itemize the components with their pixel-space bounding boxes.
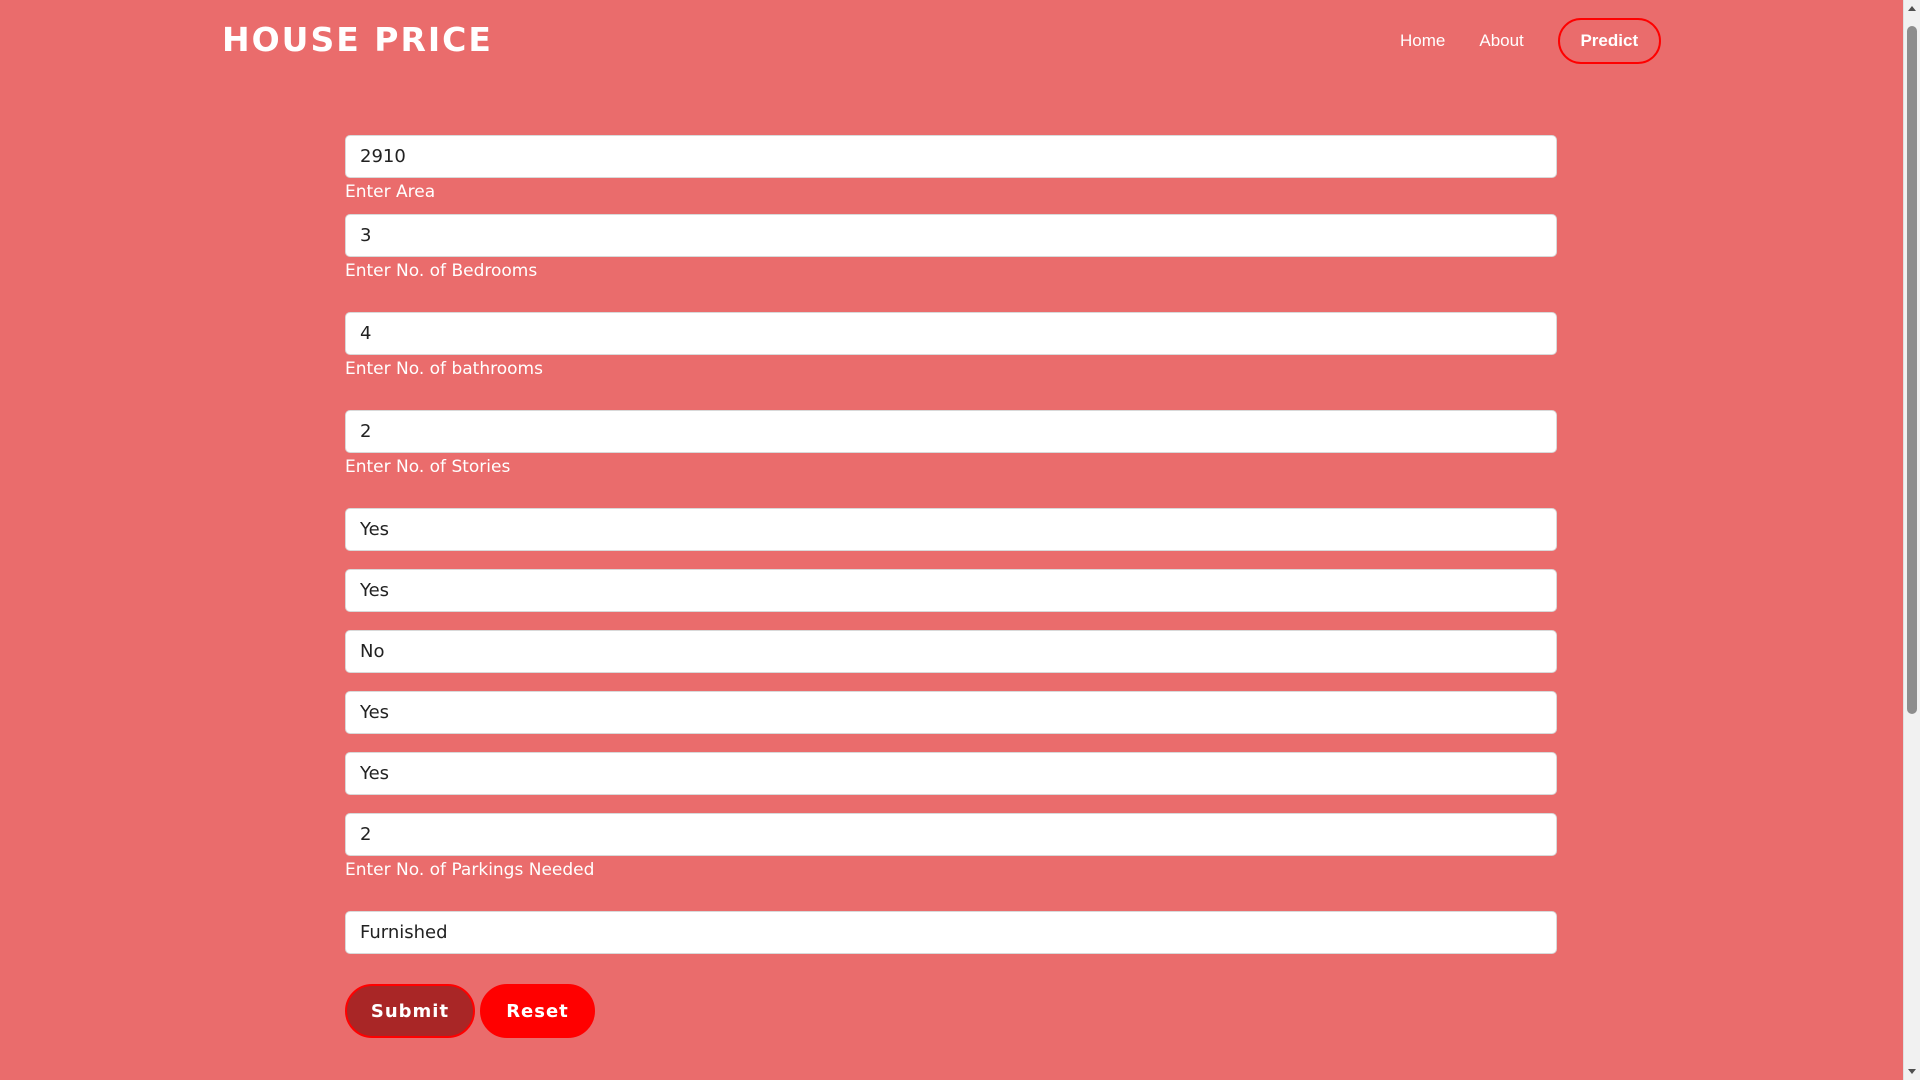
option-input-2[interactable] bbox=[345, 569, 1557, 612]
option-input-1[interactable] bbox=[345, 508, 1557, 551]
nav-about-link[interactable]: About bbox=[1479, 31, 1523, 51]
area-field: Enter Area bbox=[345, 135, 1557, 203]
option-field-5 bbox=[345, 752, 1557, 795]
reset-button[interactable]: Reset bbox=[480, 984, 595, 1038]
stories-field: Enter No. of Stories bbox=[345, 410, 1557, 478]
form-buttons: Submit Reset bbox=[345, 984, 1557, 1038]
option-input-3[interactable] bbox=[345, 630, 1557, 673]
bedrooms-input[interactable] bbox=[345, 214, 1557, 257]
option-field-3 bbox=[345, 630, 1557, 673]
option-field-4 bbox=[345, 691, 1557, 734]
parking-label: Enter No. of Parkings Needed bbox=[345, 860, 595, 880]
vertical-scrollbar[interactable] bbox=[1903, 0, 1920, 1080]
option-field-2 bbox=[345, 569, 1557, 612]
nav-predict-button[interactable]: Predict bbox=[1557, 18, 1661, 64]
stories-input[interactable] bbox=[345, 410, 1557, 453]
top-nav: Home About Predict bbox=[1400, 18, 1661, 64]
bathrooms-label: Enter No. of bathrooms bbox=[345, 359, 543, 379]
scroll-up-arrow-icon[interactable] bbox=[1908, 6, 1916, 11]
page: HOUSE PRICE Home About Predict Enter Are… bbox=[0, 0, 1920, 1080]
furnishing-input[interactable] bbox=[345, 911, 1557, 954]
brand-title: HOUSE PRICE bbox=[222, 20, 493, 59]
parking-field: Enter No. of Parkings Needed bbox=[345, 813, 1557, 881]
option-input-4[interactable] bbox=[345, 691, 1557, 734]
house-price-form: Enter Area Enter No. of Bedrooms Enter N… bbox=[345, 135, 1557, 1038]
bathrooms-input[interactable] bbox=[345, 312, 1557, 355]
area-label: Enter Area bbox=[345, 182, 436, 202]
scrollbar-thumb[interactable] bbox=[1907, 26, 1917, 714]
bathrooms-field: Enter No. of bathrooms bbox=[345, 312, 1557, 380]
furnishing-field bbox=[345, 911, 1557, 954]
option-input-5[interactable] bbox=[345, 752, 1557, 795]
bedrooms-label: Enter No. of Bedrooms bbox=[345, 261, 538, 281]
option-field-1 bbox=[345, 508, 1557, 551]
area-input[interactable] bbox=[345, 135, 1557, 178]
nav-home-link[interactable]: Home bbox=[1400, 31, 1445, 51]
bedrooms-field: Enter No. of Bedrooms bbox=[345, 214, 1557, 282]
submit-button[interactable]: Submit bbox=[345, 984, 475, 1038]
stories-label: Enter No. of Stories bbox=[345, 457, 511, 477]
parking-input[interactable] bbox=[345, 813, 1557, 856]
scroll-down-arrow-icon[interactable] bbox=[1908, 1069, 1916, 1074]
